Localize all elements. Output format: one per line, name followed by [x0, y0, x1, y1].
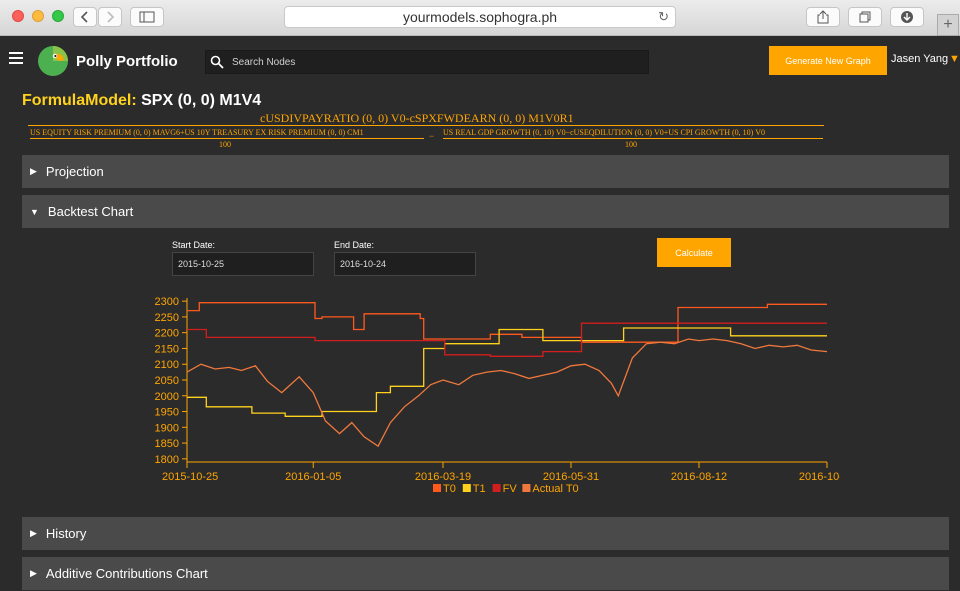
x-tick-label: 2016-05-31	[543, 471, 599, 483]
chevron-left-icon	[80, 11, 88, 23]
start-date-label: Start Date:	[172, 240, 216, 250]
sidebar-toggle-button[interactable]	[130, 7, 164, 27]
caret-down-icon[interactable]: ▼	[949, 53, 960, 65]
generate-new-graph-button[interactable]: Generate New Graph	[769, 46, 887, 75]
window-minimize-button[interactable]	[32, 10, 44, 22]
legend-swatch	[492, 484, 501, 492]
y-tick-label: 1950	[155, 407, 179, 419]
window-maximize-button[interactable]	[52, 10, 64, 22]
legend-swatch	[433, 484, 441, 492]
x-tick-label: 2016-08-12	[671, 471, 727, 483]
y-tick-label: 1900	[155, 422, 179, 434]
downloads-button[interactable]	[890, 7, 924, 27]
y-tick-label: 2250	[155, 312, 179, 324]
panel-title: Backtest Chart	[47, 204, 134, 219]
panel-backtest-chart[interactable]: ▼ Backtest Chart	[22, 195, 949, 228]
search-input[interactable]	[232, 53, 632, 71]
legend-swatch	[522, 484, 531, 492]
formula-fraction-bar-left	[30, 138, 424, 139]
panel-projection[interactable]: ▶ Projection	[22, 155, 949, 188]
series-line-actual-t0	[186, 338, 828, 448]
formula-main-fraction-bar	[28, 125, 824, 126]
search-icon	[210, 55, 224, 69]
calculate-button[interactable]: Calculate	[657, 238, 731, 267]
start-date-input[interactable]	[172, 252, 314, 276]
y-tick-label: 2200	[155, 328, 179, 340]
panel-additive-contributions[interactable]: ▶ Additive Contributions Chart	[22, 557, 949, 590]
formula-top-expression: cUSDIVPAYRATIO (0, 0) V0-cSPXFWDEARN (0,…	[260, 111, 574, 125]
formula-denominator-left: 100	[219, 140, 231, 149]
formula-name: SPX (0, 0) M1V4	[141, 92, 262, 109]
panel-history[interactable]: ▶ History	[22, 517, 949, 550]
y-tick-label: 2300	[155, 296, 179, 308]
formula-fraction-bar-right	[443, 138, 823, 139]
forward-button[interactable]	[98, 7, 122, 27]
end-date-input[interactable]	[334, 252, 476, 276]
y-tick-label: 2000	[155, 391, 179, 403]
legend-label: Actual T0	[532, 483, 578, 495]
backtest-chart: 1800 1850 1900 1950 2000 2050 2100 2150 2200 2250…	[155, 296, 840, 495]
x-tick-label: 2016-10-24	[799, 471, 840, 483]
triangle-right-icon: ▶	[30, 528, 37, 538]
brand-name[interactable]: Polly Portfolio	[76, 53, 178, 70]
url-text: yourmodels.sophogra.ph	[402, 9, 558, 25]
y-tick-label: 2150	[155, 343, 179, 355]
triangle-right-icon: ▶	[30, 568, 37, 578]
y-tick-label: 2050	[155, 375, 179, 387]
download-icon	[901, 11, 913, 23]
new-tab-button[interactable]: +	[937, 14, 959, 36]
y-tick-label: 1850	[155, 438, 179, 450]
search-box[interactable]	[205, 50, 649, 74]
legend-label: T0	[443, 483, 456, 495]
y-tick-label: 2100	[155, 359, 179, 371]
share-icon	[817, 10, 829, 24]
formula-label: FormulaModel:	[22, 92, 137, 109]
address-bar[interactable]: yourmodels.sophogra.ph ↻	[284, 6, 676, 28]
formula-denominator-right: 100	[625, 140, 637, 149]
formula-operator: −	[429, 131, 435, 141]
tabs-icon	[859, 11, 871, 23]
x-tick-label: 2015-10-25	[162, 471, 218, 483]
panel-title: Projection	[45, 164, 104, 179]
app-header: Polly Portfolio Generate New Graph Jasen…	[0, 36, 960, 88]
chevron-right-icon	[107, 11, 115, 23]
formula-title: FormulaModel: SPX (0, 0) M1V4	[22, 92, 261, 110]
panel-title: Additive Contributions Chart	[45, 566, 208, 581]
browser-toolbar: yourmodels.sophogra.ph ↻ +	[0, 0, 960, 36]
reload-icon[interactable]: ↻	[658, 9, 669, 25]
tabs-button[interactable]	[848, 7, 882, 27]
triangle-right-icon: ▶	[30, 166, 37, 176]
y-tick-label: 1800	[155, 454, 179, 466]
legend-swatch	[462, 484, 471, 492]
share-button[interactable]	[806, 7, 840, 27]
legend-label: FV	[503, 483, 518, 495]
parrot-logo-icon	[38, 46, 68, 76]
hamburger-menu-icon[interactable]	[9, 52, 23, 64]
panel-title: History	[45, 526, 87, 541]
sidebar-icon	[139, 11, 155, 23]
triangle-down-icon: ▼	[30, 206, 39, 217]
x-tick-label: 2016-03-19	[415, 471, 471, 483]
window-close-button[interactable]	[12, 10, 24, 22]
formula-numerator-left: US EQUITY RISK PREMIUM (0, 0) MAVG6+US 1…	[30, 128, 364, 137]
end-date-label: End Date:	[334, 240, 375, 250]
x-tick-label: 2016-01-05	[285, 471, 341, 483]
back-button[interactable]	[73, 7, 97, 27]
formula-numerator-right: US REAL GDP GROWTH (0, 10) V0−cUSEQDILUT…	[443, 128, 765, 137]
legend-label: T1	[473, 483, 486, 495]
user-name[interactable]: Jasen Yang	[891, 53, 948, 65]
